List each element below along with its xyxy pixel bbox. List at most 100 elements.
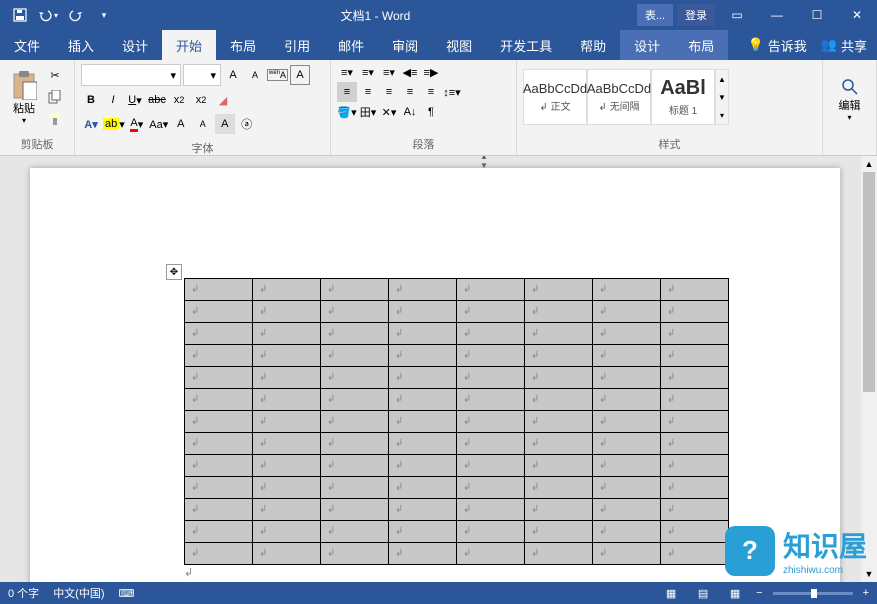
tab-design[interactable]: 设计 — [108, 30, 162, 60]
print-layout-icon[interactable]: ▤ — [692, 584, 714, 602]
distribute-icon[interactable]: ≡ — [421, 82, 441, 102]
table-cell[interactable]: ↲ — [593, 323, 661, 345]
table-cell[interactable]: ↲ — [525, 345, 593, 367]
share-button[interactable]: 👥共享 — [821, 36, 867, 55]
table-cell[interactable]: ↲ — [593, 345, 661, 367]
change-case-icon[interactable]: Aa▾ — [149, 114, 169, 134]
table-cell[interactable]: ↲ — [525, 323, 593, 345]
table-cell[interactable]: ↲ — [389, 411, 457, 433]
table-cell[interactable]: ↲ — [253, 301, 321, 323]
table-cell[interactable]: ↲ — [661, 543, 729, 565]
table-cell[interactable]: ↲ — [185, 521, 253, 543]
table-cell[interactable]: ↲ — [389, 477, 457, 499]
tab-table-design[interactable]: 设计 — [620, 30, 674, 60]
table-cell[interactable]: ↲ — [457, 455, 525, 477]
table-cell[interactable]: ↲ — [253, 521, 321, 543]
highlight-icon[interactable]: ab▾ — [103, 114, 125, 134]
table-cell[interactable]: ↲ — [457, 367, 525, 389]
table-cell[interactable]: ↲ — [457, 389, 525, 411]
table-cell[interactable]: ↲ — [321, 499, 389, 521]
grow-font2-icon[interactable]: A — [171, 114, 191, 134]
zoom-out-button[interactable]: − — [756, 587, 762, 599]
tab-mailings[interactable]: 邮件 — [324, 30, 378, 60]
read-mode-icon[interactable]: ▦ — [660, 584, 682, 602]
grow-font-icon[interactable]: A — [223, 65, 243, 85]
align-right-icon[interactable]: ≡ — [379, 82, 399, 102]
table-cell[interactable]: ↲ — [321, 301, 389, 323]
table-cell[interactable]: ↲ — [253, 389, 321, 411]
scroll-up-icon[interactable]: ▲ — [861, 156, 877, 172]
zoom-in-button[interactable]: + — [863, 587, 869, 599]
table-cell[interactable]: ↲ — [525, 389, 593, 411]
clear-format-icon[interactable]: ◢ — [213, 90, 233, 110]
numbering-icon[interactable]: ≡▾ — [358, 62, 378, 82]
minimize-icon[interactable]: — — [757, 0, 797, 30]
qat-customize-icon[interactable]: ▾ — [92, 3, 116, 27]
tab-home[interactable]: 开始 — [162, 30, 216, 60]
document-table[interactable]: ↲↲↲↲↲↲↲↲↲↲↲↲↲↲↲↲↲↲↲↲↲↲↲↲↲↲↲↲↲↲↲↲↲↲↲↲↲↲↲↲… — [184, 278, 729, 565]
align-left-icon[interactable]: ≡ — [337, 82, 357, 102]
table-cell[interactable]: ↲ — [661, 477, 729, 499]
table-cell[interactable]: ↲ — [457, 521, 525, 543]
bullets-icon[interactable]: ≡▾ — [337, 62, 357, 82]
table-cell[interactable]: ↲ — [389, 543, 457, 565]
table-cell[interactable]: ↲ — [661, 499, 729, 521]
table-cell[interactable]: ↲ — [389, 433, 457, 455]
subscript-icon[interactable]: x2 — [169, 90, 189, 110]
table-cell[interactable]: ↲ — [661, 455, 729, 477]
shading-icon[interactable]: 🪣▾ — [337, 102, 357, 122]
styles-down-icon[interactable]: ▼ — [716, 88, 728, 106]
language[interactable]: 中文(中国) — [53, 585, 104, 601]
ribbon-options-icon[interactable]: ▭ — [717, 0, 757, 30]
table-cell[interactable]: ↲ — [321, 323, 389, 345]
text-effects-icon[interactable]: A▾ — [81, 114, 101, 134]
find-button[interactable]: 编辑▾ — [829, 77, 870, 122]
table-cell[interactable]: ↲ — [389, 301, 457, 323]
maximize-icon[interactable]: ☐ — [797, 0, 837, 30]
table-cell[interactable]: ↲ — [185, 543, 253, 565]
paste-button[interactable]: 粘贴▾ — [6, 67, 42, 127]
table-cell[interactable]: ↲ — [389, 389, 457, 411]
line-spacing-icon[interactable]: ↕≡▾ — [442, 82, 462, 102]
scroll-thumb[interactable] — [863, 172, 875, 392]
format-painter-icon[interactable] — [45, 110, 65, 128]
table-cell[interactable]: ↲ — [253, 499, 321, 521]
table-cell[interactable]: ↲ — [321, 345, 389, 367]
show-marks-icon[interactable]: ¶ — [421, 102, 441, 122]
table-cell[interactable]: ↲ — [185, 477, 253, 499]
table-cell[interactable]: ↲ — [593, 389, 661, 411]
table-cell[interactable]: ↲ — [525, 499, 593, 521]
table-cell[interactable]: ↲ — [661, 301, 729, 323]
close-icon[interactable]: ✕ — [837, 0, 877, 30]
table-cell[interactable]: ↲ — [457, 411, 525, 433]
table-cell[interactable]: ↲ — [185, 411, 253, 433]
login-button[interactable]: 登录 — [677, 4, 715, 26]
table-cell[interactable]: ↲ — [593, 521, 661, 543]
italic-button[interactable]: I — [103, 90, 123, 110]
redo-icon[interactable] — [64, 3, 88, 27]
tab-table-layout[interactable]: 布局 — [674, 30, 728, 60]
table-cell[interactable]: ↲ — [457, 345, 525, 367]
tell-me[interactable]: 💡告诉我 — [748, 36, 807, 55]
keyboard-icon[interactable]: ⌨ — [119, 587, 135, 600]
table-cell[interactable]: ↲ — [185, 323, 253, 345]
table-cell[interactable]: ↲ — [525, 521, 593, 543]
table-cell[interactable]: ↲ — [593, 543, 661, 565]
shrink-font-icon[interactable]: A — [245, 65, 265, 85]
tab-developer[interactable]: 开发工具 — [486, 30, 566, 60]
table-cell[interactable]: ↲ — [661, 345, 729, 367]
table-cell[interactable]: ↲ — [253, 279, 321, 301]
table-cell[interactable]: ↲ — [525, 543, 593, 565]
style-nospacing[interactable]: AaBbCcDd↲ 无间隔 — [587, 69, 651, 125]
char-shading-icon[interactable]: A — [215, 114, 235, 134]
table-cell[interactable]: ↲ — [593, 411, 661, 433]
table-cell[interactable]: ↲ — [389, 521, 457, 543]
table-cell[interactable]: ↲ — [389, 367, 457, 389]
tab-view[interactable]: 视图 — [432, 30, 486, 60]
table-cell[interactable]: ↲ — [185, 499, 253, 521]
table-cell[interactable]: ↲ — [593, 477, 661, 499]
table-cell[interactable]: ↲ — [457, 543, 525, 565]
table-cell[interactable]: ↲ — [185, 389, 253, 411]
table-cell[interactable]: ↲ — [525, 433, 593, 455]
table-cell[interactable]: ↲ — [661, 411, 729, 433]
